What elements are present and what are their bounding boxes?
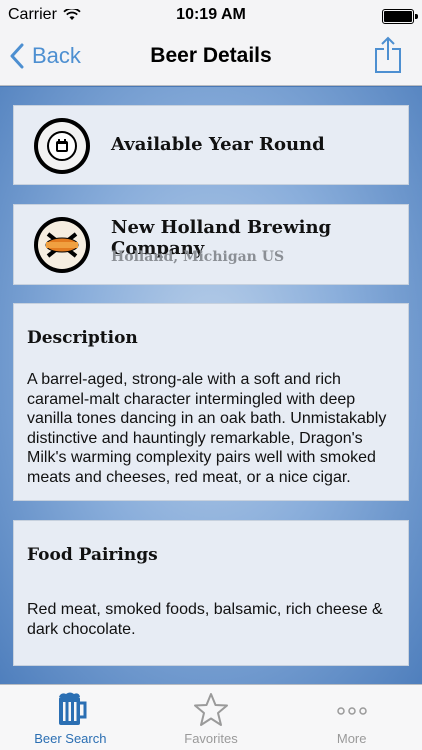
food-pairings-text: Red meat, smoked foods, balsamic, rich c… [27,601,383,638]
navigation-header: Carrier 10:19 AM Back Beer Details [0,0,422,86]
status-time: 10:19 AM [176,6,246,23]
food-pairings-heading: Food Pairings [27,545,158,565]
more-dots-icon [336,707,367,715]
tab-favorites-label: Favorites [184,731,238,746]
tab-bar: Beer Search Favorites More [0,684,422,750]
availability-text: Available Year Round [111,134,325,155]
tab-more[interactable]: More [281,685,422,750]
status-bar: Carrier 10:19 AM [0,0,422,30]
beer-mug-icon [59,692,87,725]
food-pairings-card: Food Pairings Red meat, smoked foods, ba… [13,520,409,666]
share-icon[interactable] [374,36,402,74]
star-icon [194,693,228,726]
page-title: Beer Details [150,44,272,67]
tab-favorites[interactable]: Favorites [141,685,282,750]
description-text: A barrel-aged, strong-ale with a soft an… [27,371,387,486]
tab-more-label: More [336,731,367,746]
tab-beer-search-label: Beer Search [34,731,107,746]
availability-card: Available Year Round [13,105,409,185]
calendar-icon [34,118,90,174]
brewery-card[interactable]: New Holland Brewing Company Holland, Mic… [13,204,409,285]
brewery-location: Holland, Michigan US [111,249,285,265]
tab-beer-search[interactable]: Beer Search [0,685,141,750]
beer-details-content[interactable]: Available Year Round New Holland Brewing… [0,87,422,684]
description-card: Description A barrel-aged, strong-ale wi… [13,303,409,501]
battery-icon [382,9,418,24]
new-holland-logo [34,217,90,273]
description-heading: Description [27,328,138,348]
